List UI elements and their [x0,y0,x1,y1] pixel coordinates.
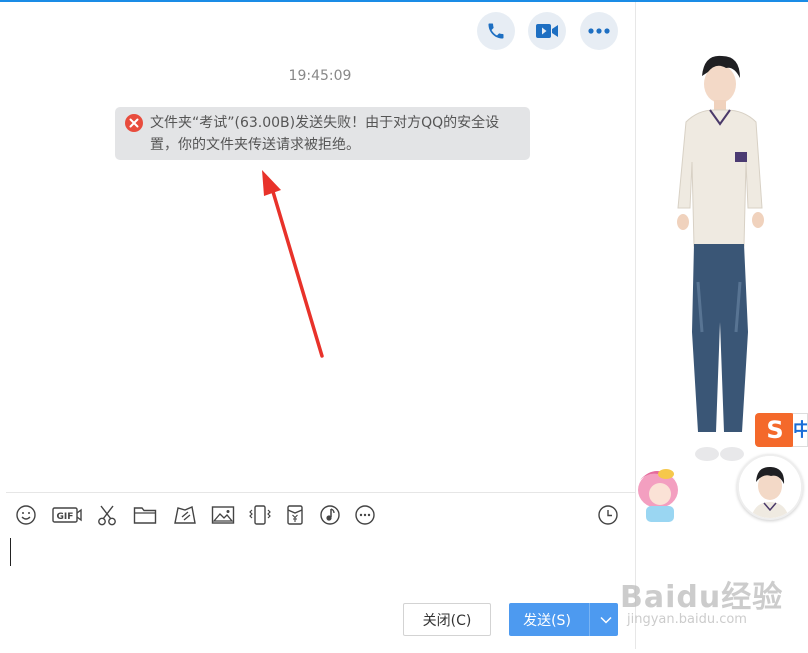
baidu-watermark: Baidu经验 jingyan.baidu.com [620,572,805,632]
send-button[interactable]: 发送(S) [509,603,618,636]
error-message-text: 文件夹“考试”(63.00B)发送失败！由于对方QQ的安全设置，你的文件夹传送请… [150,115,500,153]
screenshot-button[interactable] [94,502,120,528]
send-options-dropdown[interactable] [593,603,618,636]
friend-avatar[interactable] [737,454,803,520]
emoji-icon [16,505,36,525]
voice-call-button[interactable] [477,12,515,50]
watermark-title: Baidu经验 [620,580,784,615]
close-button[interactable]: 关闭(C) [403,603,491,636]
svg-text:GIF: GIF [57,512,74,522]
red-packet-icon [287,505,303,525]
chevron-down-icon [599,616,612,624]
ime-mode-label: 中 [793,420,807,441]
image-icon [211,506,235,524]
close-button-label: 关闭(C) [422,612,472,629]
error-icon [125,114,143,132]
more-dots-icon [588,28,610,34]
phone-icon [488,23,504,39]
chat-pane [0,2,635,649]
avatar-character-illustration [638,55,764,522]
scissors-icon [98,505,116,526]
input-divider [6,492,635,493]
send-button-label: 发送(S) [523,612,571,629]
avatar-icon [739,456,801,518]
watermark-url: jingyan.baidu.com [627,612,747,627]
ime-mode-indicator[interactable]: 中 [793,413,808,447]
shake-icon [249,505,271,525]
clock-icon [598,505,618,525]
more-options-button[interactable] [580,12,618,50]
send-image-button[interactable] [210,502,236,528]
folder-icon [133,507,157,524]
gif-icon: GIF [52,507,82,523]
music-share-button[interactable] [317,502,343,528]
screen-share-button[interactable] [172,502,198,528]
emoji-button[interactable] [13,502,39,528]
send-button-separator [589,603,590,636]
red-packet-button[interactable] [282,502,308,528]
ime-status-logo[interactable]: S [755,413,795,447]
more-icon [355,505,375,525]
music-icon [320,505,340,525]
message-history-button[interactable] [595,502,621,528]
send-file-button[interactable] [132,502,158,528]
screenshot-edit-icon [174,506,196,524]
shake-window-button[interactable] [247,502,273,528]
message-timestamp: 19:45:09 [288,68,352,84]
ime-logo-letter: S [766,416,784,444]
message-input-cursor[interactable] [10,538,11,566]
gif-button[interactable]: GIF [52,502,82,528]
system-error-message: 文件夹“考试”(63.00B)发送失败！由于对方QQ的安全设置，你的文件夹传送请… [115,107,530,160]
more-tools-button[interactable] [352,502,378,528]
video-call-button[interactable] [528,12,566,50]
friend-show-panel [635,2,808,649]
video-camera-icon [536,24,558,38]
